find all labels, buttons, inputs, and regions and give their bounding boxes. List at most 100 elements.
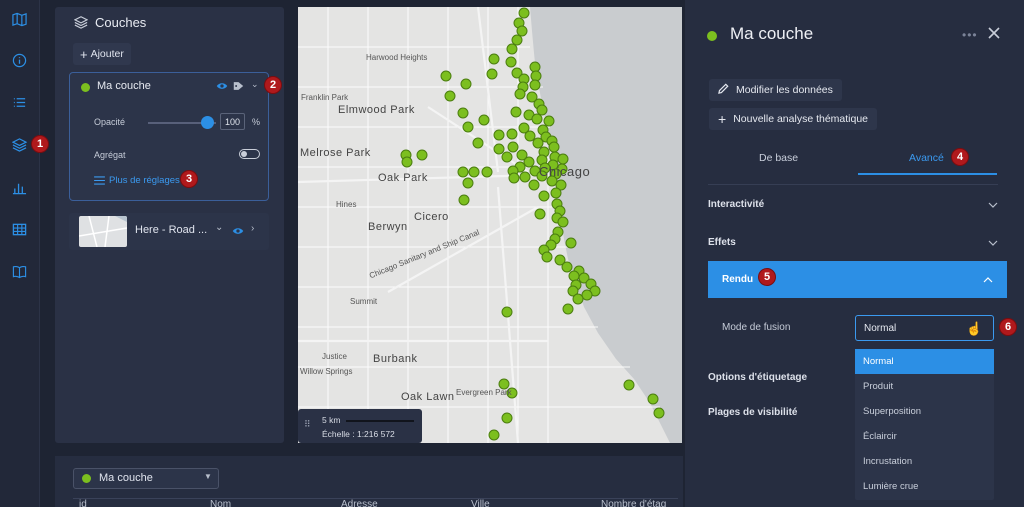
- table-layer-name: Ma couche: [99, 472, 153, 484]
- col-header-adresse[interactable]: Adresse: [341, 499, 378, 507]
- layer-color-dot: [707, 31, 717, 41]
- plus-icon: +: [718, 111, 727, 127]
- aggregate-toggle[interactable]: [239, 149, 260, 159]
- layer-color-dot: [82, 474, 91, 483]
- chevron-up-icon: [983, 276, 993, 282]
- map-label-justice: Justice: [322, 352, 347, 361]
- map-icon[interactable]: [10, 10, 28, 28]
- step-badge-1: 1: [31, 135, 49, 153]
- chart-icon[interactable]: [10, 178, 28, 196]
- eye-icon[interactable]: [232, 226, 244, 239]
- pencil-icon: [718, 83, 729, 97]
- chevron-down-icon[interactable]: ⌄: [251, 79, 259, 90]
- list-icon[interactable]: [10, 93, 28, 111]
- blend-mode-dropdown: Normal Produit Superposition Éclaircir I…: [855, 349, 994, 500]
- blend-option[interactable]: Normal: [855, 349, 994, 374]
- section-visibility-ranges[interactable]: Plages de visibilité: [708, 394, 848, 431]
- edit-data-button[interactable]: Modifier les données: [709, 79, 842, 101]
- blend-mode-value: Normal: [864, 322, 897, 334]
- layer-color-dot: [81, 83, 90, 92]
- step-badge-6: 6: [999, 318, 1017, 336]
- step-badge-2: 2: [264, 76, 282, 94]
- layers-icon[interactable]: [10, 135, 28, 153]
- layer-name: Ma couche: [97, 80, 151, 92]
- map-base: [298, 7, 682, 443]
- cursor-hand-icon: ☝: [966, 321, 983, 336]
- plus-icon: +: [80, 46, 88, 62]
- active-tab-underline: [858, 173, 997, 175]
- map-label-oaklawn: Oak Lawn: [401, 391, 455, 403]
- blend-option[interactable]: Incrustation: [855, 449, 994, 474]
- blend-option[interactable]: Superposition: [855, 399, 994, 424]
- blend-option[interactable]: Éclaircir: [855, 424, 994, 449]
- new-analysis-button[interactable]: + Nouvelle analyse thématique: [709, 108, 878, 130]
- col-header-id[interactable]: id: [79, 499, 87, 507]
- section-label: Plages de visibilité: [708, 407, 798, 418]
- blend-option[interactable]: Produit: [855, 374, 994, 399]
- layer-card[interactable]: Ma couche ⌄ Opacité 100 % Agrégat Plus d…: [69, 72, 269, 201]
- section-label: Options d'étiquetage: [708, 372, 808, 383]
- col-header-nom[interactable]: Nom: [210, 499, 231, 507]
- scale-distance: 5 km: [322, 415, 341, 425]
- basemap-name: Here - Road ...: [135, 224, 208, 236]
- caret-down-icon: ▼: [204, 472, 212, 481]
- map-label-hines: Hines: [336, 200, 357, 209]
- drag-handle-icon[interactable]: ⠿: [304, 419, 311, 430]
- section-label: Rendu: [722, 274, 754, 285]
- section-label: Effets: [708, 237, 736, 248]
- table-icon[interactable]: [10, 220, 28, 238]
- section-rendering[interactable]: Rendu: [708, 261, 1007, 298]
- map-label-berwyn: Berwyn: [368, 221, 408, 233]
- chevron-right-icon[interactable]: ›: [251, 223, 254, 234]
- blend-mode-label: Mode de fusion: [722, 322, 791, 333]
- tab-advanced[interactable]: Avancé: [909, 152, 944, 164]
- basemap-card[interactable]: Here - Road ... ⌄ ›: [69, 213, 269, 250]
- tag-icon[interactable]: [233, 81, 244, 94]
- step-badge-3: 3: [180, 170, 198, 188]
- edit-data-label: Modifier les données: [736, 84, 833, 96]
- more-options-icon[interactable]: •••: [962, 28, 978, 42]
- map-label-harwood: Harwood Heights: [366, 53, 428, 62]
- eye-icon[interactable]: [216, 81, 228, 94]
- more-settings-link[interactable]: Plus de réglages: [109, 175, 180, 186]
- scale-box[interactable]: ⠿ 5 km Échelle : 1:216 572: [298, 409, 422, 443]
- add-layer-label: Ajouter: [90, 48, 124, 60]
- opacity-input[interactable]: 100: [220, 113, 245, 130]
- scale-bar: [346, 420, 414, 422]
- blend-option[interactable]: Lumière crue: [855, 474, 994, 499]
- data-table-panel: Ma couche ▼ id Nom Adresse Ville Nombre …: [55, 456, 683, 507]
- layers-panel-title: Couches: [95, 15, 147, 30]
- basemap-thumbnail: [79, 216, 127, 247]
- section-label-options[interactable]: Options d'étiquetage: [708, 359, 848, 396]
- tab-basic[interactable]: De base: [759, 152, 798, 164]
- opacity-label: Opacité: [94, 117, 126, 127]
- aggregate-label: Agrégat: [94, 150, 126, 160]
- close-icon[interactable]: [987, 26, 1001, 43]
- panel-title: Ma couche: [730, 24, 814, 43]
- section-interactivity[interactable]: Interactivité: [708, 186, 998, 223]
- layer-properties-panel: Ma couche ••• Modifier les données + Nou…: [685, 0, 1024, 507]
- opacity-slider-thumb[interactable]: [201, 116, 214, 129]
- chevron-down-icon[interactable]: ⌄: [215, 222, 223, 233]
- map-label-cicero: Cicero: [414, 211, 449, 223]
- book-icon[interactable]: [10, 262, 28, 280]
- settings-lines-icon: [94, 176, 105, 188]
- map-label-chicago: Chicago: [539, 164, 591, 179]
- section-label: Interactivité: [708, 199, 765, 210]
- tabs-divider: [708, 184, 998, 185]
- map-label-oakpark: Oak Park: [378, 172, 428, 184]
- opacity-unit: %: [252, 117, 261, 127]
- map-label-willow: Willow Springs: [300, 367, 353, 376]
- add-layer-button[interactable]: + Ajouter: [73, 43, 131, 65]
- map-label-melrose: Melrose Park: [300, 147, 371, 159]
- map-label-franklin: Franklin Park: [301, 93, 349, 102]
- section-effects[interactable]: Effets: [708, 224, 998, 261]
- map-view[interactable]: Harwood Heights Franklin Park Elmwood Pa…: [298, 7, 682, 443]
- chevron-down-icon: [988, 240, 998, 246]
- chevron-down-icon: [988, 202, 998, 208]
- table-layer-select[interactable]: Ma couche ▼: [73, 468, 219, 489]
- step-badge-4: 4: [951, 148, 969, 166]
- col-header-ville[interactable]: Ville: [471, 499, 490, 507]
- col-header-etages[interactable]: Nombre d'étag: [601, 499, 666, 507]
- info-icon[interactable]: [10, 51, 28, 69]
